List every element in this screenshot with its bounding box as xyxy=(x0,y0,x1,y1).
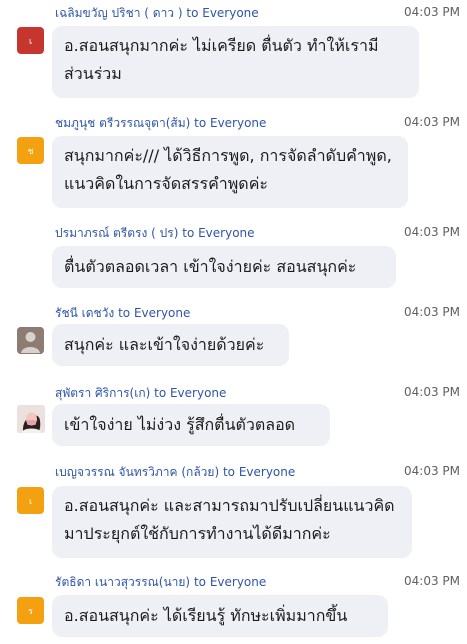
recipient-label: to Everyone xyxy=(118,306,191,320)
message-bubble[interactable]: สนุกมากค่ะ/// ได้วิธีการพูด, การจัดลำดับ… xyxy=(52,136,408,208)
recipient-label: to Everyone xyxy=(154,386,227,400)
sender-name[interactable]: รัชนี เดชวัง xyxy=(55,306,114,320)
sender-name[interactable]: รัตธิดา เนาวสุวรรณ(นาย) xyxy=(55,575,190,589)
avatar xyxy=(17,327,44,354)
avatar: เ xyxy=(17,487,44,514)
recipient-label: to Everyone xyxy=(182,226,255,240)
sender-name[interactable]: ปรมาภรณ์ ตรีตรง ( ปร) xyxy=(55,226,178,240)
message-bubble[interactable]: ตื่นตัวตลอดเวลา เข้าใจง่ายค่ะ สอนสนุกค่ะ xyxy=(52,246,396,288)
sender-name[interactable]: เฉลิมขวัญ ปริชา ( ดาว ) xyxy=(55,6,183,20)
recipient-label: to Everyone xyxy=(193,575,267,589)
message-bubble[interactable]: เข้าใจง่าย ไม่ง่วง รู้สึกตื่นตัวตลอด xyxy=(52,404,330,446)
chat-panel: เฉลิมขวัญ ปริชา ( ดาว ) to Everyone 04:0… xyxy=(0,0,467,644)
timestamp: 04:03 PM xyxy=(404,574,460,588)
avatar: ร xyxy=(17,597,44,624)
recipient-label: to Everyone xyxy=(222,465,296,479)
avatar: ช xyxy=(17,137,44,164)
sender-name[interactable]: เบญจวรรณ จันทรวิภาค (กล้วย) xyxy=(55,465,219,479)
recipient-label: to Everyone xyxy=(186,6,259,20)
timestamp: 04:03 PM xyxy=(404,225,460,239)
avatar: เ xyxy=(17,27,44,54)
timestamp: 04:03 PM xyxy=(404,385,460,399)
recipient-label: to Everyone xyxy=(194,116,267,130)
timestamp: 04:03 PM xyxy=(404,115,460,129)
message-bubble[interactable]: อ.สอนสนุกค่ะ และสามารถมาปรับเปลี่ยนแนวคิ… xyxy=(52,486,412,558)
sender-name[interactable]: ชมภูนุช ตรีวรรณจุตา(ส้ม) xyxy=(55,116,190,130)
timestamp: 04:03 PM xyxy=(404,464,460,478)
timestamp: 04:03 PM xyxy=(404,5,460,19)
message-bubble[interactable]: อ.สอนสนุกค่ะ ได้เรียนรู้ ทักษะเพิ่มมากขึ… xyxy=(52,595,388,637)
user-silhouette-icon xyxy=(17,327,44,354)
profile-photo-icon xyxy=(17,405,45,433)
message-bubble[interactable]: สนุกค่ะ และเข้าใจง่ายด้วยค่ะ xyxy=(52,324,289,366)
sender-name[interactable]: สุพัตรา ศิริการ(เก) xyxy=(55,386,150,400)
avatar xyxy=(17,405,45,433)
message-bubble[interactable]: อ.สอนสนุกมากค่ะ ไม่เครียด ตื่นตัว ทำให้เ… xyxy=(52,26,419,98)
timestamp: 04:03 PM xyxy=(404,305,460,319)
